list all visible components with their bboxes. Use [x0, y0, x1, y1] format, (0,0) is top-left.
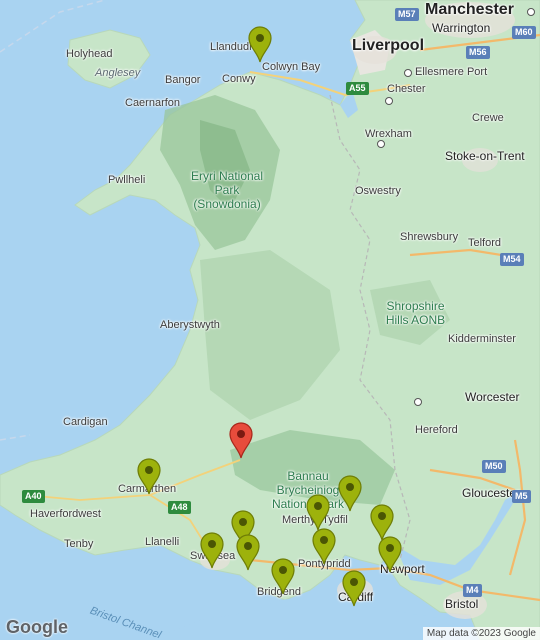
label-ellesmere-port: Ellesmere Port [415, 66, 488, 78]
map-marker-green[interactable] [341, 569, 367, 607]
town-dot [527, 8, 535, 16]
label-cardigan: Cardigan [63, 416, 108, 428]
label-anglesey: Anglesey [95, 67, 141, 79]
label-aberystwyth: Aberystwyth [160, 319, 220, 331]
town-dot [377, 140, 385, 148]
map-marker-green[interactable] [377, 535, 403, 573]
road-shield-a40: A40 [22, 490, 45, 503]
label-holyhead: Holyhead [66, 48, 113, 60]
label-eryri: Eryri National Park (Snowdonia) [190, 169, 264, 211]
road-shield-m60: M60 [512, 26, 536, 39]
town-dot [414, 398, 422, 406]
marker-pin-icon [248, 26, 272, 63]
road-shield-m4: M4 [463, 584, 482, 597]
marker-pin-icon [338, 475, 362, 512]
label-shrewsbury: Shrewsbury [400, 231, 459, 243]
map-marker-green[interactable] [337, 474, 363, 512]
label-haverfordwest: Haverfordwest [30, 508, 101, 520]
marker-pin-icon [200, 532, 224, 569]
label-stoke: Stoke-on-Trent [445, 149, 525, 163]
road-shield-m56: M56 [466, 46, 490, 59]
label-bangor: Bangor [165, 74, 201, 86]
label-pwllheli: Pwllheli [108, 174, 146, 186]
road-shield-a55: A55 [346, 82, 369, 95]
road-shield-m54: M54 [500, 253, 524, 266]
label-shropshire: Shropshire Hills AONB [385, 299, 446, 327]
google-logo[interactable]: Google [6, 617, 68, 638]
road-shield-m50: M50 [482, 460, 506, 473]
label-telford: Telford [468, 237, 502, 249]
road-shield-m57: M57 [395, 8, 419, 21]
road-shield-a48: A48 [168, 501, 191, 514]
marker-pin-icon [378, 536, 402, 573]
label-liverpool: Liverpool [352, 37, 425, 54]
map-marker-green[interactable] [270, 557, 296, 595]
label-crewe: Crewe [472, 112, 504, 124]
label-wrexham: Wrexham [365, 128, 412, 140]
marker-pin-icon [236, 534, 260, 571]
label-caernarfon: Caernarfon [125, 97, 181, 109]
map-marker-green[interactable] [305, 493, 331, 531]
road-shield-m5: M5 [512, 490, 531, 503]
map-marker-green[interactable] [136, 457, 162, 495]
map-marker-green[interactable] [199, 531, 225, 569]
map-marker-red[interactable] [228, 421, 254, 459]
label-llanelli: Llanelli [145, 536, 180, 548]
label-colwyn-bay: Colwyn Bay [262, 61, 321, 73]
label-manchester: Manchester [425, 1, 514, 18]
map-marker-green[interactable] [247, 25, 273, 63]
label-warrington: Warrington [432, 21, 491, 35]
map-canvas[interactable]: Manchester Warrington Liverpool Holyhead… [0, 0, 540, 640]
marker-pin-icon [229, 422, 253, 459]
map-marker-green[interactable] [235, 533, 261, 571]
marker-pin-icon [271, 558, 295, 595]
map-attribution[interactable]: Map data ©2023 Google [422, 627, 540, 640]
label-worcester: Worcester [465, 390, 520, 404]
label-chester: Chester [387, 83, 426, 95]
label-conwy: Conwy [222, 73, 256, 85]
label-hereford: Hereford [415, 424, 458, 436]
label-oswestry: Oswestry [355, 185, 401, 197]
town-dot [385, 97, 393, 105]
marker-pin-icon [306, 494, 330, 531]
label-kidderminster: Kidderminster [448, 333, 516, 345]
marker-pin-icon [137, 458, 161, 495]
town-dot [404, 69, 412, 77]
label-tenby: Tenby [64, 538, 94, 550]
map-marker-green[interactable] [311, 527, 337, 565]
marker-pin-icon [312, 528, 336, 565]
label-bristol: Bristol [445, 597, 479, 611]
marker-pin-icon [342, 570, 366, 607]
